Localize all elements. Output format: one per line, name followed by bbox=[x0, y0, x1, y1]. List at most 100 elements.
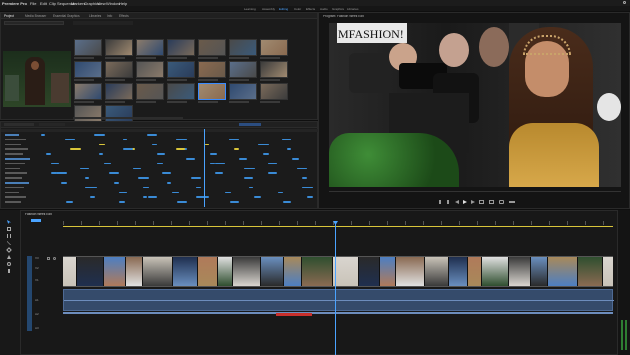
effect-property-label[interactable] bbox=[5, 182, 29, 184]
keyframe-marker[interactable] bbox=[254, 196, 261, 198]
keyframe-marker[interactable] bbox=[133, 167, 141, 170]
video-clip[interactable] bbox=[578, 257, 603, 286]
workspace-libraries[interactable]: Libraries bbox=[347, 7, 359, 11]
video-clip[interactable] bbox=[143, 257, 173, 286]
effect-property-label[interactable] bbox=[5, 153, 23, 155]
effect-property-label[interactable] bbox=[5, 196, 26, 198]
timeline-ruler[interactable] bbox=[63, 221, 613, 225]
extract-icon[interactable] bbox=[489, 200, 494, 204]
lift-icon[interactable] bbox=[479, 200, 484, 204]
keyframe-marker[interactable] bbox=[147, 134, 157, 136]
type-tool-icon[interactable] bbox=[8, 269, 10, 273]
keyframe-marker[interactable] bbox=[196, 196, 207, 198]
tab-libraries[interactable]: Libraries bbox=[89, 14, 101, 18]
play-icon[interactable] bbox=[463, 200, 467, 204]
workspace-audio[interactable]: Audio bbox=[320, 7, 328, 11]
workspace-color[interactable]: Color bbox=[294, 7, 301, 11]
keyframe-marker[interactable] bbox=[263, 153, 269, 155]
keyframe-marker[interactable] bbox=[196, 186, 201, 189]
track-select-tool-icon[interactable] bbox=[7, 227, 11, 231]
bin-clip-thumbnail[interactable] bbox=[167, 83, 195, 100]
keyframe-marker[interactable] bbox=[56, 172, 67, 174]
tab-effect-controls[interactable] bbox=[4, 123, 34, 126]
video-clip[interactable] bbox=[509, 257, 531, 286]
mute-track-icon[interactable] bbox=[53, 257, 56, 260]
keyframe-marker[interactable] bbox=[244, 167, 255, 170]
keyframe-marker[interactable] bbox=[244, 177, 253, 179]
tab-project[interactable]: Project bbox=[4, 14, 14, 18]
keyframe-marker[interactable] bbox=[123, 148, 133, 150]
bin-clip-thumbnail[interactable] bbox=[74, 39, 102, 56]
bin-clip-thumbnail[interactable] bbox=[74, 105, 102, 122]
bin-clip-thumbnail[interactable] bbox=[105, 39, 133, 56]
keyframe-marker[interactable] bbox=[215, 162, 225, 165]
bin-clip-thumbnail[interactable] bbox=[260, 61, 288, 78]
keyframe-marker[interactable] bbox=[85, 177, 89, 179]
bin-clip-thumbnail[interactable] bbox=[105, 61, 133, 78]
video-clip[interactable] bbox=[531, 257, 548, 286]
bin-clip-thumbnail[interactable] bbox=[229, 61, 257, 78]
keyframe-marker[interactable] bbox=[176, 138, 187, 141]
effect-property-label[interactable] bbox=[5, 201, 21, 203]
timeline-playhead[interactable] bbox=[335, 221, 336, 355]
keyframe-marker[interactable] bbox=[177, 201, 187, 203]
video-clip[interactable] bbox=[77, 257, 104, 286]
step-forward-icon[interactable] bbox=[471, 200, 475, 204]
keyframe-marker[interactable] bbox=[172, 191, 179, 194]
keyframe-marker[interactable] bbox=[80, 167, 89, 170]
keyframe-marker[interactable] bbox=[162, 172, 171, 174]
keyframe-marker[interactable] bbox=[249, 186, 253, 189]
keyframe-marker[interactable] bbox=[302, 186, 313, 189]
a1-audio-clip[interactable] bbox=[63, 289, 614, 311]
video-clip[interactable] bbox=[63, 257, 77, 286]
workspace-assembly[interactable]: Assembly bbox=[262, 7, 275, 11]
workspace-editing[interactable]: Editing bbox=[279, 7, 288, 11]
bin-clip-thumbnail[interactable] bbox=[136, 39, 164, 56]
keyframe-marker[interactable] bbox=[70, 148, 81, 150]
effect-filter-button[interactable] bbox=[239, 123, 261, 126]
pen-tool-icon[interactable] bbox=[7, 255, 11, 259]
keyframe-marker[interactable] bbox=[46, 153, 51, 155]
video-clip[interactable] bbox=[284, 257, 302, 286]
keyframe-marker[interactable] bbox=[307, 196, 313, 198]
keyframe-marker[interactable] bbox=[157, 162, 163, 165]
video-clip[interactable] bbox=[359, 257, 380, 286]
keyframe-marker[interactable] bbox=[287, 148, 291, 150]
bin-clip-thumbnail[interactable] bbox=[260, 39, 288, 56]
work-area-bar[interactable] bbox=[63, 226, 613, 227]
keyframe-marker[interactable] bbox=[143, 186, 149, 189]
keyframe-marker[interactable] bbox=[215, 172, 223, 174]
keyframe-marker[interactable] bbox=[210, 153, 217, 155]
keyframe-marker[interactable] bbox=[66, 201, 73, 203]
keyframe-marker[interactable] bbox=[258, 143, 269, 146]
keyframe-marker[interactable] bbox=[229, 138, 239, 141]
video-clip[interactable] bbox=[104, 257, 126, 286]
mark-out-icon[interactable] bbox=[447, 200, 449, 204]
effect-property-label[interactable] bbox=[5, 162, 25, 165]
keyframe-marker[interactable] bbox=[109, 172, 119, 174]
ripple-edit-tool-icon[interactable] bbox=[7, 234, 11, 238]
keyframe-marker[interactable] bbox=[230, 201, 239, 203]
keyframe-marker[interactable] bbox=[176, 148, 185, 150]
mark-in-icon[interactable] bbox=[439, 200, 441, 204]
keyframe-marker[interactable] bbox=[90, 196, 95, 198]
keyframe-marker[interactable] bbox=[65, 138, 73, 141]
keyframe-marker[interactable] bbox=[297, 167, 307, 170]
keyframe-marker[interactable] bbox=[104, 162, 111, 165]
tab-lumetri-scopes[interactable] bbox=[39, 123, 65, 126]
source-patch-indicators[interactable] bbox=[27, 256, 32, 331]
bin-clip-thumbnail[interactable] bbox=[198, 39, 226, 56]
toggle-track-output-icon[interactable] bbox=[47, 257, 50, 260]
bin-clip-thumbnail[interactable] bbox=[198, 83, 226, 100]
keyframe-marker[interactable] bbox=[138, 177, 149, 179]
keyframe-marker[interactable] bbox=[157, 153, 165, 155]
keyframe-marker[interactable] bbox=[85, 186, 95, 189]
effect-property-label[interactable] bbox=[5, 134, 19, 136]
video-clip[interactable] bbox=[173, 257, 198, 286]
keyframe-marker[interactable] bbox=[278, 191, 283, 194]
keyframe-marker[interactable] bbox=[152, 143, 157, 146]
video-clip[interactable] bbox=[396, 257, 425, 286]
bin-zoom-slider[interactable] bbox=[73, 117, 183, 119]
tab-essential-graphics[interactable]: Essential Graphics bbox=[53, 14, 80, 18]
video-clip[interactable] bbox=[302, 257, 333, 286]
